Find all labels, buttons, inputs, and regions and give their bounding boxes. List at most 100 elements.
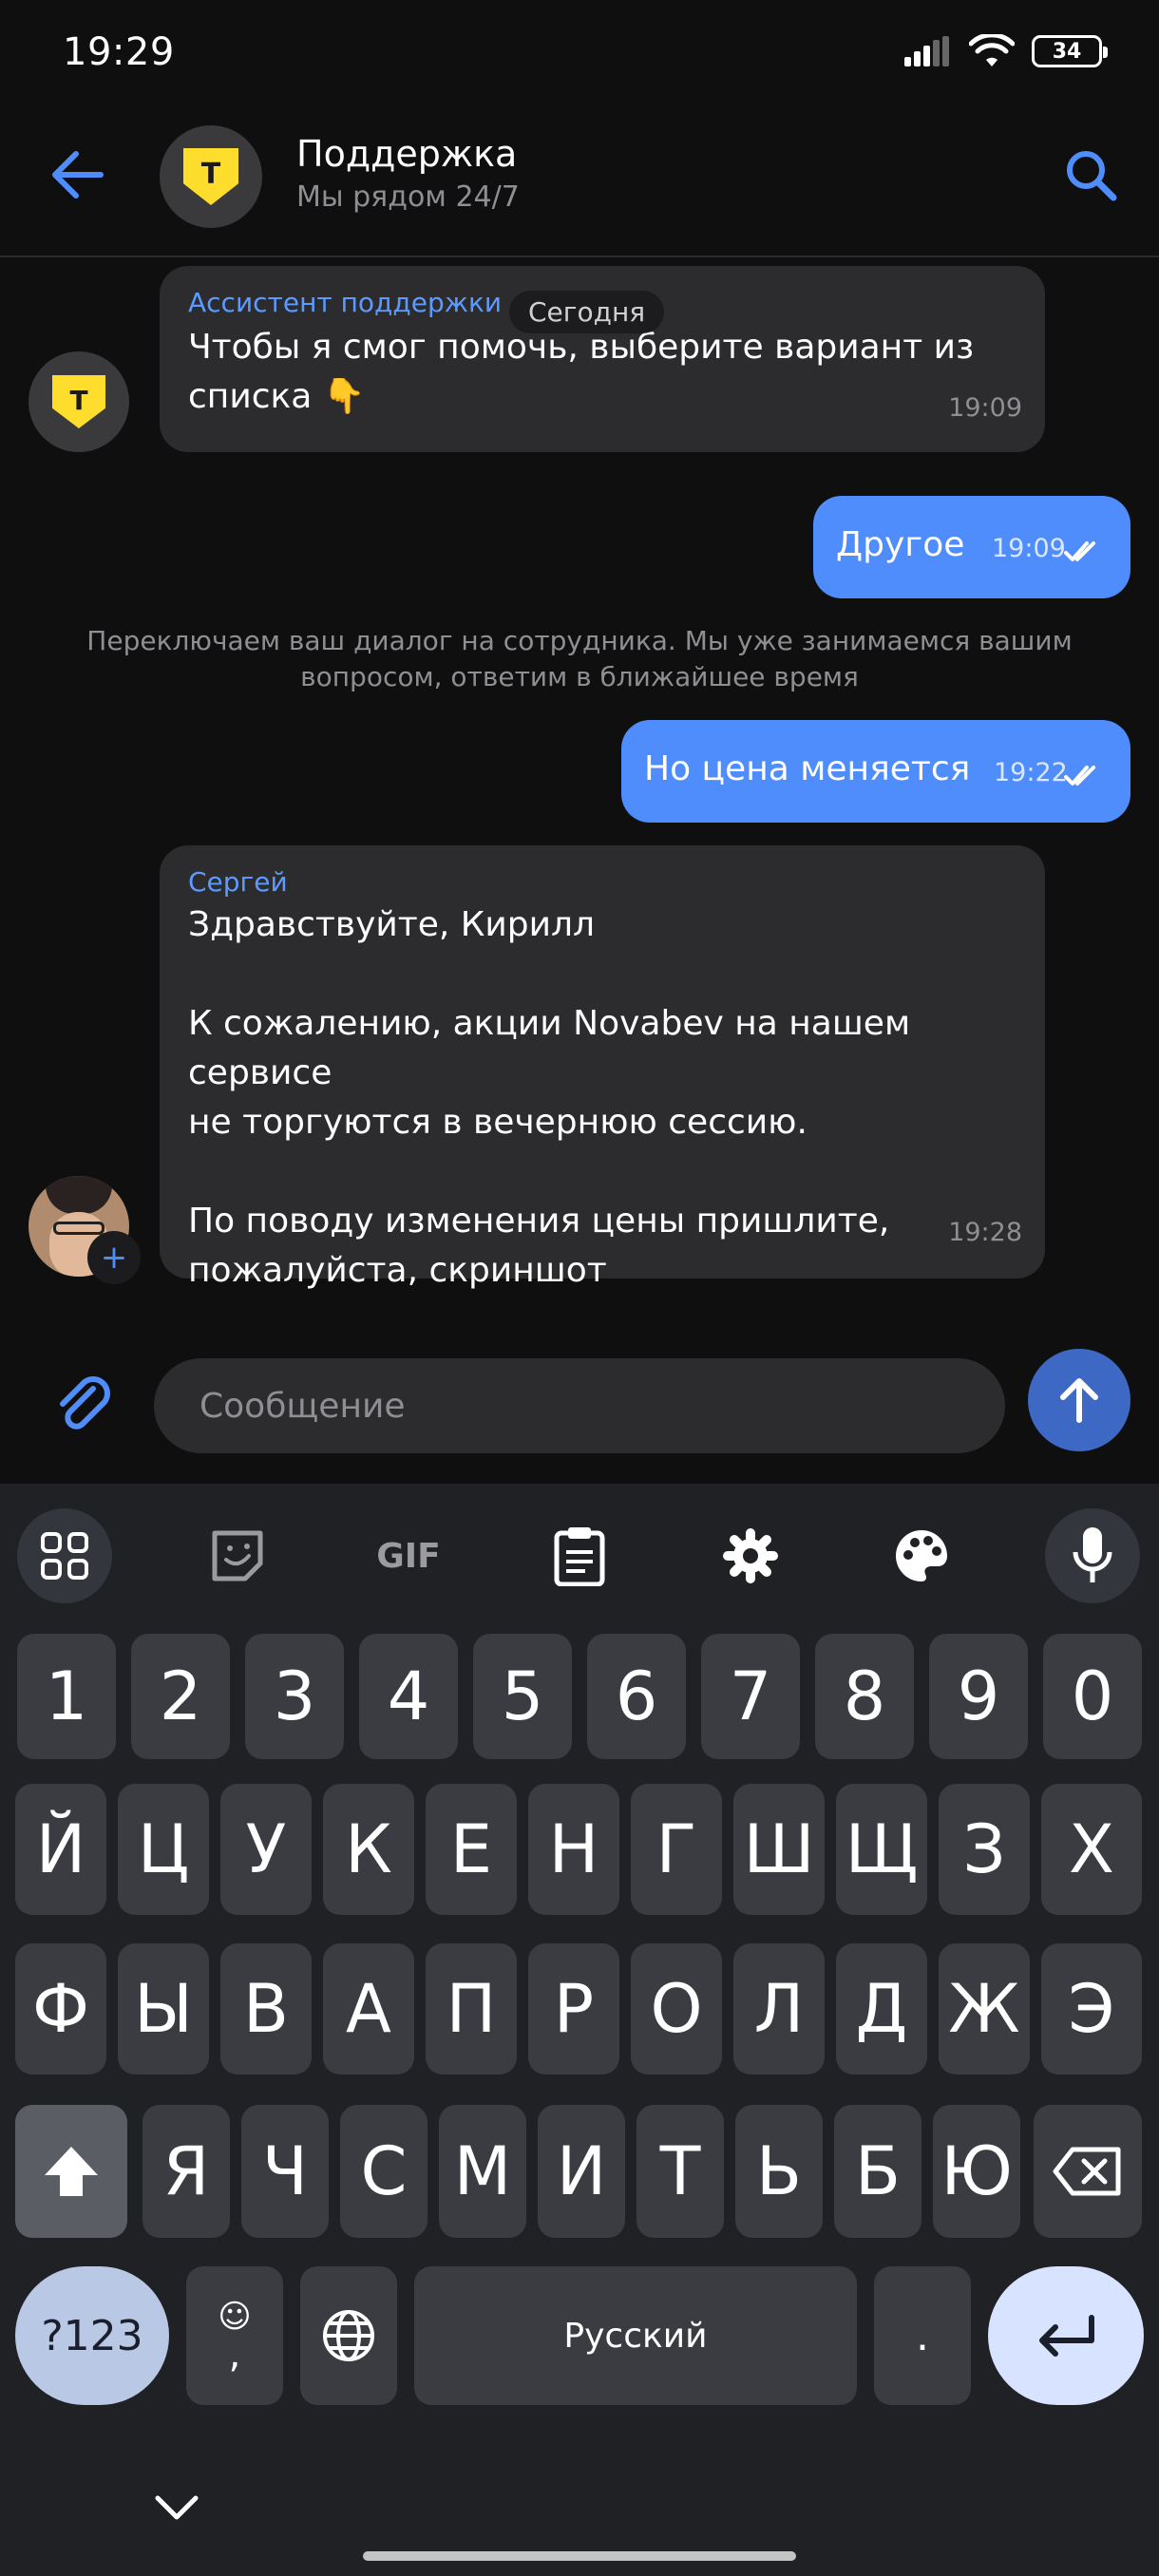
key-letter[interactable]: Ч [241, 2105, 329, 2238]
grid-icon [41, 1532, 88, 1580]
key-letter[interactable]: К [323, 1784, 414, 1915]
shift-key[interactable] [15, 2105, 127, 2238]
double-check-icon [1064, 541, 1095, 561]
message-text: Чтобы я смог помочь, выберите вариант из… [188, 328, 975, 416]
key-4[interactable]: 4 [359, 1634, 458, 1759]
key-1[interactable]: 1 [17, 1634, 116, 1759]
support-avatar[interactable]: T [160, 125, 262, 228]
kb-gif-button[interactable]: GIF [361, 1508, 456, 1603]
home-indicator[interactable] [363, 2551, 796, 2561]
message-time: 19:22 [994, 758, 1068, 787]
key-letter[interactable]: Я [142, 2105, 230, 2238]
key-letter[interactable]: Ю [933, 2105, 1020, 2238]
message-text: Но цена меняется [644, 749, 971, 788]
message-text: Здравствуйте, Кирилл К сожалению, акции … [188, 905, 911, 1290]
key-letter[interactable]: Т [636, 2105, 724, 2238]
key-letter[interactable]: Р [528, 1943, 619, 2074]
message-input[interactable] [200, 1386, 1005, 1426]
language-key[interactable] [300, 2266, 397, 2405]
key-letter[interactable]: Ф [15, 1943, 106, 2074]
add-avatar-icon[interactable]: + [87, 1231, 141, 1284]
globe-icon [323, 2310, 374, 2361]
symbols-key[interactable]: ?123 [15, 2266, 169, 2405]
kb-sticker-button[interactable] [190, 1508, 285, 1603]
date-pill: Сегодня [509, 291, 665, 333]
system-message: Переключаем ваш диалог на сотрудника. Мы… [86, 625, 1073, 692]
key-letter[interactable]: Ж [939, 1943, 1030, 2074]
enter-icon [1039, 2315, 1094, 2357]
key-6[interactable]: 6 [587, 1634, 686, 1759]
message-sender: Сергей [188, 866, 288, 898]
logo-letter: T [69, 385, 88, 416]
logo-letter: T [200, 158, 221, 191]
key-letter[interactable]: Ь [735, 2105, 823, 2238]
key-letter[interactable]: Г [631, 1784, 722, 1915]
gif-label: GIF [376, 1536, 441, 1576]
key-letter[interactable]: М [439, 2105, 526, 2238]
key-5[interactable]: 5 [473, 1634, 572, 1759]
key-letter[interactable]: П [426, 1943, 517, 2074]
assistant-avatar: T [28, 351, 129, 452]
kb-theme-button[interactable] [874, 1508, 969, 1603]
send-button[interactable] [1028, 1349, 1130, 1451]
message-bubble-incoming[interactable]: Сергей Здравствуйте, Кирилл К сожалению,… [160, 845, 1045, 1290]
key-7[interactable]: 7 [701, 1634, 800, 1759]
avatar-hair [46, 1176, 112, 1214]
clipboard-icon [554, 1527, 605, 1586]
search-button[interactable] [1062, 146, 1119, 203]
key-letter[interactable]: Щ [836, 1784, 927, 1915]
message-time: 19:28 [948, 1218, 1022, 1247]
message-bubble-outgoing[interactable]: Другое 19:09 [813, 496, 1130, 598]
key-letter[interactable]: Ц [118, 1784, 209, 1915]
key-letter[interactable]: Н [528, 1784, 619, 1915]
space-key[interactable]: Русский [414, 2266, 857, 2405]
kb-voice-button[interactable] [1045, 1508, 1140, 1603]
kb-clipboard-button[interactable] [532, 1508, 627, 1603]
key-3[interactable]: 3 [245, 1634, 344, 1759]
sticker-icon [212, 1530, 263, 1582]
shift-icon [45, 2147, 98, 2196]
kb-apps-button[interactable] [17, 1508, 112, 1603]
key-letter[interactable]: О [631, 1943, 722, 2074]
key-letter[interactable]: Д [836, 1943, 927, 2074]
key-letter[interactable]: З [939, 1784, 1030, 1915]
hide-keyboard-button[interactable] [148, 2489, 205, 2527]
message-time: 19:09 [948, 393, 1022, 423]
backspace-key[interactable] [1034, 2105, 1142, 2238]
key-0[interactable]: 0 [1043, 1634, 1142, 1759]
chat-subtitle: Мы рядом 24/7 [296, 180, 520, 214]
attach-button[interactable] [51, 1372, 118, 1438]
key-9[interactable]: 9 [929, 1634, 1028, 1759]
back-button[interactable] [49, 148, 110, 201]
kb-settings-button[interactable] [703, 1508, 798, 1603]
key-letter[interactable]: С [340, 2105, 428, 2238]
key-letter[interactable]: Й [15, 1784, 106, 1915]
message-bubble-outgoing[interactable]: Но цена меняется 19:22 [621, 720, 1130, 823]
key-letter[interactable]: Л [733, 1943, 825, 2074]
gear-icon [723, 1528, 778, 1583]
period-key[interactable]: . [874, 2266, 971, 2405]
key-letter[interactable]: А [323, 1943, 414, 2074]
key-2[interactable]: 2 [131, 1634, 230, 1759]
emoji-comma-key[interactable]: ☺ , [186, 2266, 283, 2405]
chevron-down-icon [155, 2495, 199, 2520]
message-input-wrapper[interactable] [154, 1358, 1005, 1453]
key-letter[interactable]: Е [426, 1784, 517, 1915]
key-letter[interactable]: У [220, 1784, 312, 1915]
wifi-icon [969, 34, 1015, 66]
key-letter[interactable]: Ы [118, 1943, 209, 2074]
arrow-left-icon [52, 151, 104, 199]
arrow-up-icon [1060, 1378, 1098, 1423]
bank-logo-icon: T [183, 148, 238, 205]
signal-icon [904, 36, 949, 66]
key-letter[interactable]: В [220, 1943, 312, 2074]
key-8[interactable]: 8 [815, 1634, 914, 1759]
key-letter[interactable]: И [538, 2105, 625, 2238]
enter-key[interactable] [988, 2266, 1144, 2405]
bank-logo-icon: T [52, 375, 105, 428]
key-letter[interactable]: Ш [733, 1784, 825, 1915]
smile-icon: ☺ [218, 2298, 252, 2336]
key-letter[interactable]: Б [834, 2105, 922, 2238]
key-letter[interactable]: Х [1041, 1784, 1142, 1915]
key-letter[interactable]: Э [1041, 1943, 1142, 2074]
